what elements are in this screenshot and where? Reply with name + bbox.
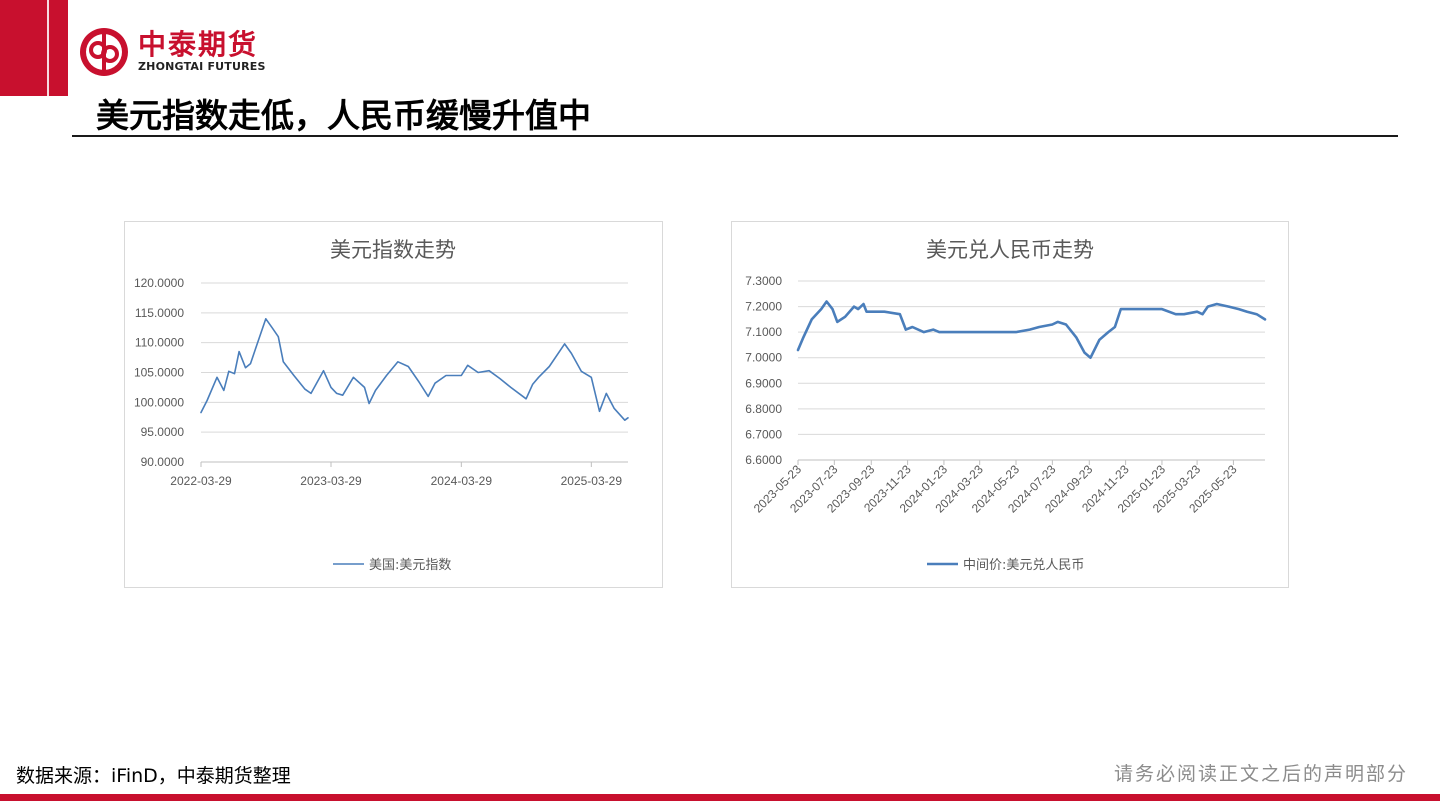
disclaimer-note: 请务必阅读正文之后的声明部分 [1113, 763, 1408, 785]
y-tick-label: 7.2000 [745, 300, 782, 314]
y-tick-label: 120.0000 [134, 276, 184, 290]
legend-label: 美国:美元指数 [369, 558, 451, 573]
x-tick-label: 2023-03-29 [300, 474, 362, 488]
y-tick-label: 6.7000 [745, 427, 782, 441]
y-tick-label: 90.0000 [141, 455, 185, 469]
y-tick-label: 6.8000 [745, 402, 782, 416]
series-line [200, 318, 629, 421]
data-source-note: 数据来源：iFinD，中泰期货整理 [16, 765, 291, 787]
page-title: 美元指数走低，人民币缓慢升值中 [96, 96, 591, 135]
chart-title: 美元兑人民币走势 [926, 238, 1094, 262]
chart-dollar-index: 美元指数走势 120.0000 115.0000 110.0000 105.0000 10… [124, 221, 663, 588]
y-tick-label: 6.9000 [745, 376, 782, 390]
y-tick-label: 7.3000 [745, 274, 782, 288]
legend-label: 中间价:美元兑人民币 [963, 558, 1084, 573]
brand-name-cn: 中泰期货 [138, 28, 259, 61]
title-divider [72, 135, 1398, 137]
chart-usdcny: 美元兑人民币走势 7.3000 7.2000 7.1000 7.0000 6.9000 6.… [731, 221, 1289, 588]
y-tick-label: 105.0000 [134, 366, 184, 380]
y-tick-label: 115.0000 [135, 306, 184, 320]
y-tick-label: 110.0000 [135, 336, 184, 350]
bottom-accent-bar [0, 794, 1440, 801]
y-tick-label: 6.6000 [745, 453, 782, 467]
x-tick-label: 2024-03-29 [431, 474, 493, 488]
chart-dollar-index-svg: 美元指数走势 120.0000 115.0000 110.0000 105.0000 10… [134, 238, 629, 573]
chart-usdcny-svg: 美元兑人民币走势 7.3000 7.2000 7.1000 7.0000 6.9000 6.… [745, 238, 1267, 573]
y-tick-label: 100.0000 [134, 395, 184, 409]
y-tick-label: 7.0000 [745, 351, 782, 365]
brand-logo: 中泰期货 ZHONGTAI FUTURES [78, 24, 266, 80]
y-tick-label: 7.1000 [745, 325, 782, 339]
series-line [796, 300, 1267, 359]
x-tick-label: 2022-03-29 [170, 474, 232, 488]
brand-name-en: ZHONGTAI FUTURES [138, 60, 266, 73]
corner-accent-line [47, 0, 49, 96]
chart-title: 美元指数走势 [330, 238, 456, 262]
x-tick-label: 2025-03-29 [561, 474, 623, 488]
y-tick-label: 95.0000 [141, 425, 185, 439]
corner-accent-block [0, 0, 68, 96]
brand-emblem-icon [80, 28, 128, 76]
